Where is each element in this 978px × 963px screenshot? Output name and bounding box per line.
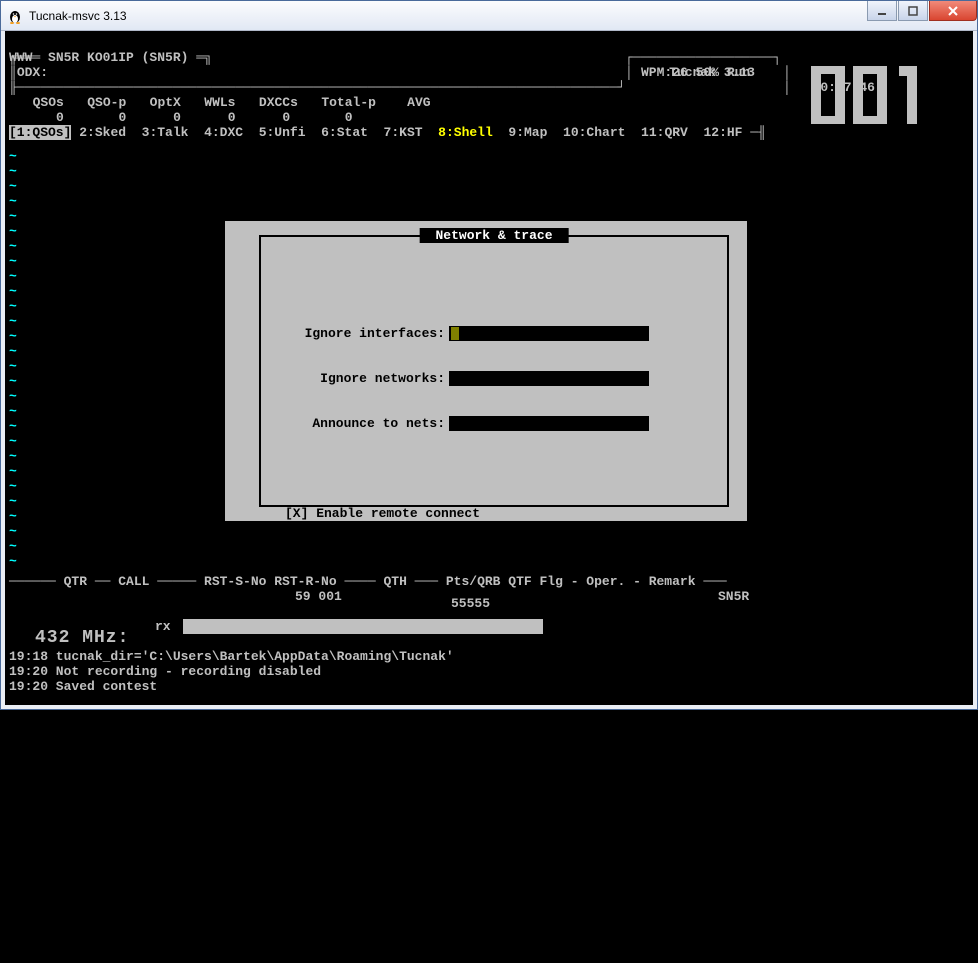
rx-meter [183, 619, 543, 634]
tab-map[interactable]: 9:Map [508, 125, 547, 140]
bottom-labels: ────── QTR ── CALL ───── RST-S-No RST-R-… [9, 574, 973, 589]
trace-received-checkbox[interactable]: [ ] Trace received data [285, 776, 464, 791]
penguin-icon [7, 8, 23, 24]
log-output: 19:18 tucnak_dir='C:\Users\Bartek\AppDat… [9, 649, 454, 694]
ignore-networks-label: Ignore networks: [269, 371, 449, 386]
trace-rotars-checkbox[interactable]: [ ] Trace rotars [472, 821, 597, 836]
announce-to-nets-label: Announce to nets: [269, 416, 449, 431]
tilde-column: ~ ~ ~ ~ ~ ~ ~ ~ ~ ~ ~ ~ ~ ~ ~ ~ ~ ~ ~ ~ … [9, 149, 17, 569]
titlebar[interactable]: Tucnak-msvc 3.13 [1, 1, 977, 31]
remote-host-input[interactable] [449, 551, 649, 566]
enable-remote-checkbox[interactable]: [X] Enable remote connect [269, 506, 719, 521]
app-window: Tucnak-msvc 3.13 WWW Tucnak 3.13 10:57:4… [0, 0, 978, 710]
frame-line: ╔═══ SN5R KO01IP (SN5R) ═╗┌─────────────… [9, 50, 973, 65]
tab-unfi[interactable]: 5:Unfi [259, 125, 306, 140]
window-title: Tucnak-msvc 3.13 [29, 9, 127, 23]
network-trace-dialog: Network & trace Ignore interfaces: Ignor… [225, 221, 747, 521]
text-cursor [451, 327, 459, 340]
rx-label: rx [155, 619, 171, 634]
trace-sent-checkbox[interactable]: [ ] Trace sent data [472, 776, 620, 791]
tab-kst[interactable]: 7:KST [384, 125, 423, 140]
close-button[interactable] [929, 1, 977, 21]
tab-qrv[interactable]: 11:QRV [641, 125, 688, 140]
tab-sked[interactable]: 2:Sked [79, 125, 126, 140]
tab-stat[interactable]: 6:Stat [321, 125, 368, 140]
cancel-button[interactable]: [ Cancel ] [347, 880, 425, 895]
tab-dxc[interactable]: 4:DXC [204, 125, 243, 140]
trace-sockets-checkbox[interactable]: [ ] Trace sockets [472, 731, 605, 746]
announce-to-nets-input[interactable] [449, 416, 649, 431]
ok-button[interactable]: [ OK ] [285, 880, 332, 895]
ignore-networks-input[interactable] [449, 371, 649, 386]
dialog-title: Network & trace [420, 228, 569, 243]
maximize-button[interactable] [898, 1, 928, 21]
minimize-button[interactable] [867, 1, 897, 21]
ignore-interfaces-input[interactable] [449, 326, 649, 341]
remote-port-input[interactable]: 55555 [449, 596, 649, 611]
tab-shell[interactable]: 8:Shell [438, 125, 493, 140]
ignore-interfaces-label: Ignore interfaces: [269, 326, 449, 341]
tab-qsos[interactable]: [1:QSOs] [9, 125, 71, 140]
frequency-display: 432 MHz: [35, 631, 129, 646]
remote-host-label: Remote host name: [269, 551, 449, 566]
tab-talk[interactable]: 3:Talk [142, 125, 189, 140]
window-controls [866, 1, 977, 21]
trace-broadcasts-checkbox[interactable]: [ ] Trace broadcasts [285, 731, 441, 746]
tab-chart[interactable]: 10:Chart [563, 125, 625, 140]
qso-counter [811, 66, 929, 140]
terminal-area: WWW Tucnak 3.13 10:57:46 ╔═══ SN5R KO01I… [5, 31, 973, 705]
trace-qsos-checkbox[interactable]: [ ] Trace QSOs [285, 821, 394, 836]
tab-hf[interactable]: 12:HF [703, 125, 742, 140]
